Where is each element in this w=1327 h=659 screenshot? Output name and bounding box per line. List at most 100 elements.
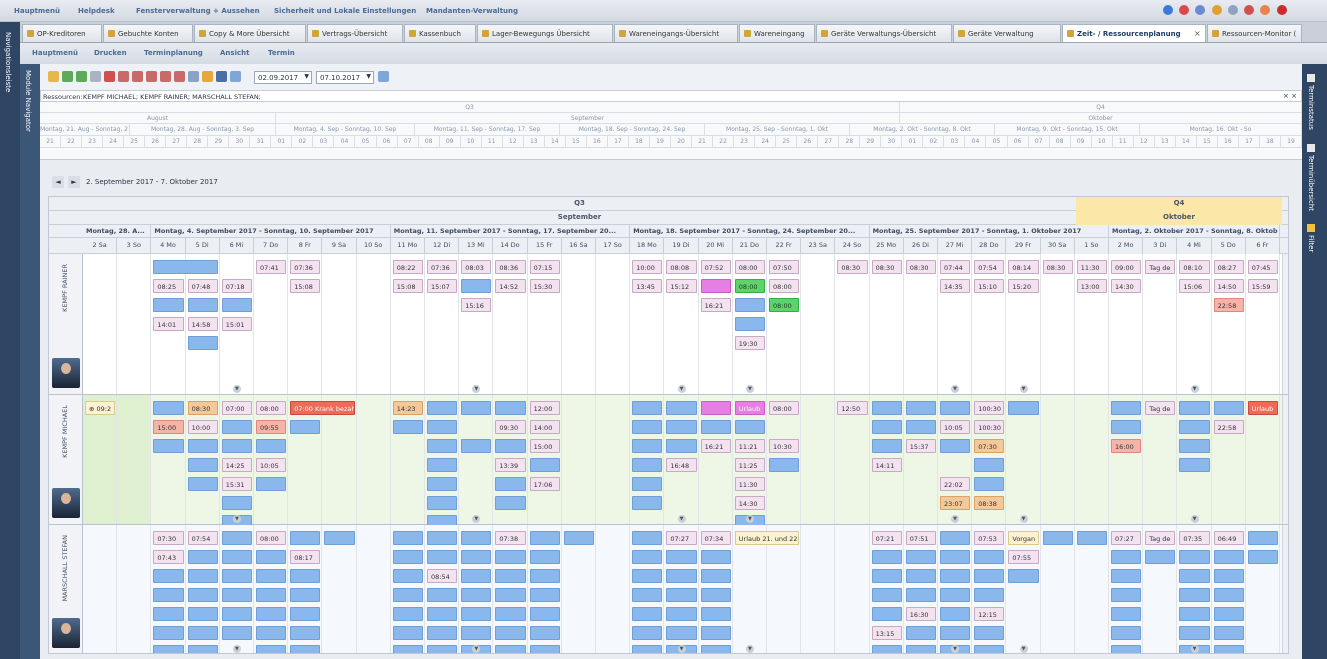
overview-day-cell[interactable]: 09 (440, 136, 461, 148)
appointment[interactable] (427, 531, 458, 545)
appointment[interactable] (187, 298, 218, 312)
day-column[interactable] (459, 254, 494, 394)
appointment[interactable] (529, 550, 560, 564)
clear-resources-icon[interactable]: × × (1283, 92, 1297, 100)
appointment[interactable] (495, 439, 526, 453)
appointment[interactable] (666, 420, 697, 434)
appointment[interactable]: 15:30 (529, 279, 560, 293)
appointment[interactable]: 13:15 (871, 626, 902, 640)
appointment[interactable] (153, 401, 184, 415)
appointment[interactable] (392, 569, 423, 583)
appointment[interactable] (187, 626, 218, 640)
appointment[interactable]: 08:17 (290, 550, 321, 564)
appointment[interactable]: 07:00 (221, 401, 252, 415)
day-column[interactable] (357, 254, 391, 394)
day-header-cell[interactable]: 25 Mo (870, 238, 904, 254)
overview-day-cell[interactable]: 07 (398, 136, 419, 148)
day-column[interactable] (1246, 254, 1280, 394)
day-column[interactable] (972, 254, 1007, 394)
appointment[interactable]: 22:58 (1213, 420, 1244, 434)
new-icon[interactable] (48, 71, 59, 82)
appointment[interactable] (905, 550, 936, 564)
tab-ressourcen-monitor[interactable]: Ressourcen-Monitor ( (1207, 24, 1302, 42)
apply-date-icon[interactable] (378, 71, 389, 82)
day-column[interactable] (391, 254, 425, 394)
expand-arrow-icon[interactable]: ▼ (1190, 645, 1199, 653)
appointment[interactable] (1111, 550, 1142, 564)
appointment[interactable] (427, 458, 458, 472)
expand-arrow-icon[interactable]: ▼ (232, 515, 241, 523)
appointment[interactable]: 16:30 (905, 607, 936, 621)
overview-day-cell[interactable]: 22 (713, 136, 735, 148)
appointment[interactable]: 08:08 (666, 260, 697, 274)
expand-arrow-icon[interactable]: ▼ (1019, 515, 1028, 523)
appointment[interactable]: 19:30 (734, 336, 765, 350)
appointment[interactable]: 100:30 (974, 420, 1005, 434)
layout-icon[interactable] (90, 71, 101, 82)
day-column[interactable] (1041, 395, 1075, 524)
appointment[interactable] (221, 550, 252, 564)
appointment[interactable]: 08:00 (769, 279, 800, 293)
day-header-cell[interactable]: 5 Do (1211, 238, 1246, 254)
date-to-picker[interactable]: 07.10.2017 ▼ (316, 71, 374, 84)
day-column[interactable] (1177, 254, 1212, 394)
day-header-cell[interactable]: 21 Do (733, 238, 767, 254)
appointment[interactable]: 08:54 (427, 569, 458, 583)
appointment[interactable] (1008, 401, 1039, 415)
appointment[interactable] (974, 626, 1005, 640)
day-column[interactable] (357, 395, 391, 524)
tab-zeit-ressourcenplanung[interactable]: Zeit- / Ressourcenplanung (1062, 24, 1206, 42)
tab-copy-more[interactable]: Copy & More Übersicht (194, 24, 306, 42)
appointment[interactable] (529, 531, 560, 545)
appointment[interactable] (974, 550, 1005, 564)
appointment[interactable] (495, 588, 526, 602)
appointment[interactable] (153, 607, 184, 621)
overview-day-cell[interactable]: 30 (881, 136, 903, 148)
appointment[interactable]: 16:21 (700, 439, 731, 453)
appointment[interactable]: Urlaub (1247, 401, 1278, 415)
overview-day-cell[interactable]: 13 (1155, 136, 1176, 148)
appointment[interactable] (290, 607, 321, 621)
appointment[interactable]: 08:00 (769, 401, 800, 415)
submenu-terminplanung[interactable]: Terminplanung (144, 49, 203, 57)
appointment[interactable] (221, 588, 252, 602)
appointment[interactable] (256, 477, 287, 491)
overview-day-cell[interactable]: 01 (902, 136, 924, 148)
appointment[interactable] (461, 279, 492, 293)
calendar-workweek-icon[interactable] (132, 71, 143, 82)
appointment[interactable] (153, 298, 184, 312)
appointment[interactable] (529, 626, 560, 640)
appointment[interactable] (187, 458, 218, 472)
overview-day-cell[interactable]: 06 (1008, 136, 1029, 148)
appointment[interactable]: 11:30 (1076, 260, 1107, 274)
appointment[interactable]: 07:54 (974, 260, 1005, 274)
chevron-down-icon[interactable]: ▼ (366, 73, 371, 80)
appointment[interactable] (905, 588, 936, 602)
overview-day-cell[interactable]: 25 (776, 136, 798, 148)
appointment[interactable] (632, 550, 663, 564)
appointment[interactable] (974, 569, 1005, 583)
overview-week-cell[interactable]: Montag, 4. Sep - Sonntag, 10. Sep (276, 124, 415, 136)
expand-arrow-icon[interactable]: ▼ (232, 385, 241, 393)
appointment[interactable] (495, 607, 526, 621)
appointment[interactable] (187, 645, 218, 653)
day-column[interactable] (1006, 254, 1041, 394)
day-column[interactable] (288, 254, 323, 394)
appointment[interactable] (1213, 401, 1244, 415)
appointment[interactable]: 10:05 (940, 420, 971, 434)
day-header-cell[interactable]: 16 Sa (562, 238, 596, 254)
appointment[interactable] (1145, 550, 1176, 564)
appointment[interactable]: 07:27 (666, 531, 697, 545)
appointment[interactable] (632, 496, 663, 510)
overview-week-cell[interactable]: Montag, 11. Sep - Sonntag, 17. Sep (415, 124, 560, 136)
appointment[interactable] (529, 607, 560, 621)
appointment[interactable] (940, 588, 971, 602)
appointment[interactable] (495, 401, 526, 415)
appointment[interactable] (666, 607, 697, 621)
day-column[interactable] (835, 254, 870, 394)
appointment[interactable]: 09:55 (256, 420, 287, 434)
overview-day-cell[interactable]: 02 (923, 136, 945, 148)
appointment[interactable] (495, 569, 526, 583)
submenu-ansicht[interactable]: Ansicht (220, 49, 249, 57)
appointment[interactable]: 13:45 (632, 279, 663, 293)
